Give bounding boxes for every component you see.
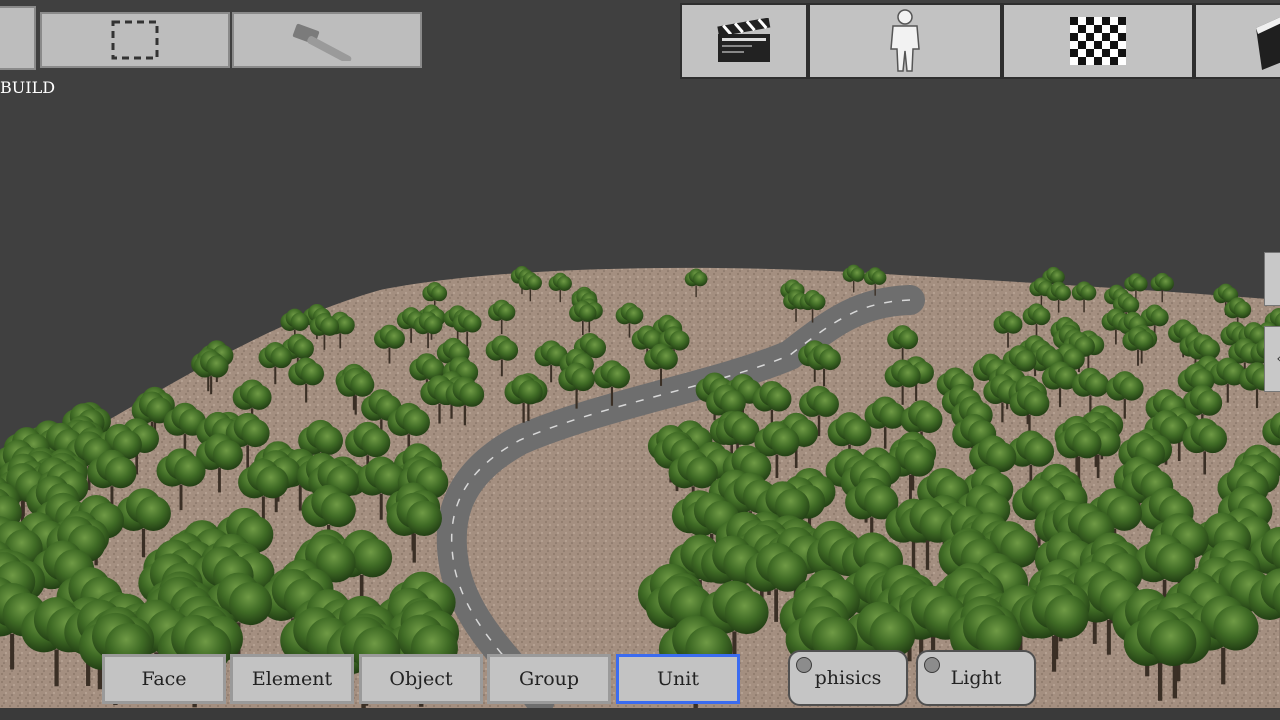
physics-toggle-button[interactable]: phisics: [788, 650, 908, 706]
mode-button-label: Object: [389, 668, 453, 690]
mode-button-object[interactable]: Object: [359, 654, 483, 704]
texture-button[interactable]: [1002, 3, 1194, 79]
mode-button-label: Element: [251, 668, 333, 690]
mode-button-face[interactable]: Face: [102, 654, 226, 704]
object-button[interactable]: [1194, 3, 1280, 79]
build-mode-label: BUILD: [0, 78, 56, 97]
cube-icon: [1256, 17, 1280, 70]
light-toggle-button[interactable]: Light: [916, 650, 1036, 706]
toolbar-left-button-1[interactable]: [0, 6, 36, 70]
light-toggle-label: Light: [950, 667, 1002, 689]
person-icon: [890, 9, 920, 72]
physics-toggle-label: phisics: [814, 667, 882, 689]
select-tool-button[interactable]: [40, 12, 230, 68]
side-panel-tab-top[interactable]: [1264, 252, 1280, 306]
side-panel-tab-expand[interactable]: ‹: [1264, 326, 1280, 392]
clapperboard-icon: [717, 18, 771, 62]
3d-viewport[interactable]: [0, 0, 1280, 720]
character-button[interactable]: [808, 3, 1002, 79]
build-tool-button[interactable]: [232, 12, 422, 68]
hammer-icon: [292, 23, 352, 61]
chevron-left-icon: ‹: [1276, 351, 1280, 367]
mode-button-label: Face: [141, 668, 187, 690]
mode-button-label: Unit: [657, 668, 699, 690]
mode-button-element[interactable]: Element: [230, 654, 354, 704]
physics-toggle-indicator: [796, 657, 812, 673]
mode-button-unit[interactable]: Unit: [616, 654, 740, 704]
checkerboard-icon: [1070, 17, 1126, 65]
selection-rect-icon: [111, 20, 159, 60]
mode-button-group[interactable]: Group: [487, 654, 611, 704]
animation-button[interactable]: [680, 3, 808, 79]
light-toggle-indicator: [924, 657, 940, 673]
mode-button-label: Group: [518, 668, 580, 690]
